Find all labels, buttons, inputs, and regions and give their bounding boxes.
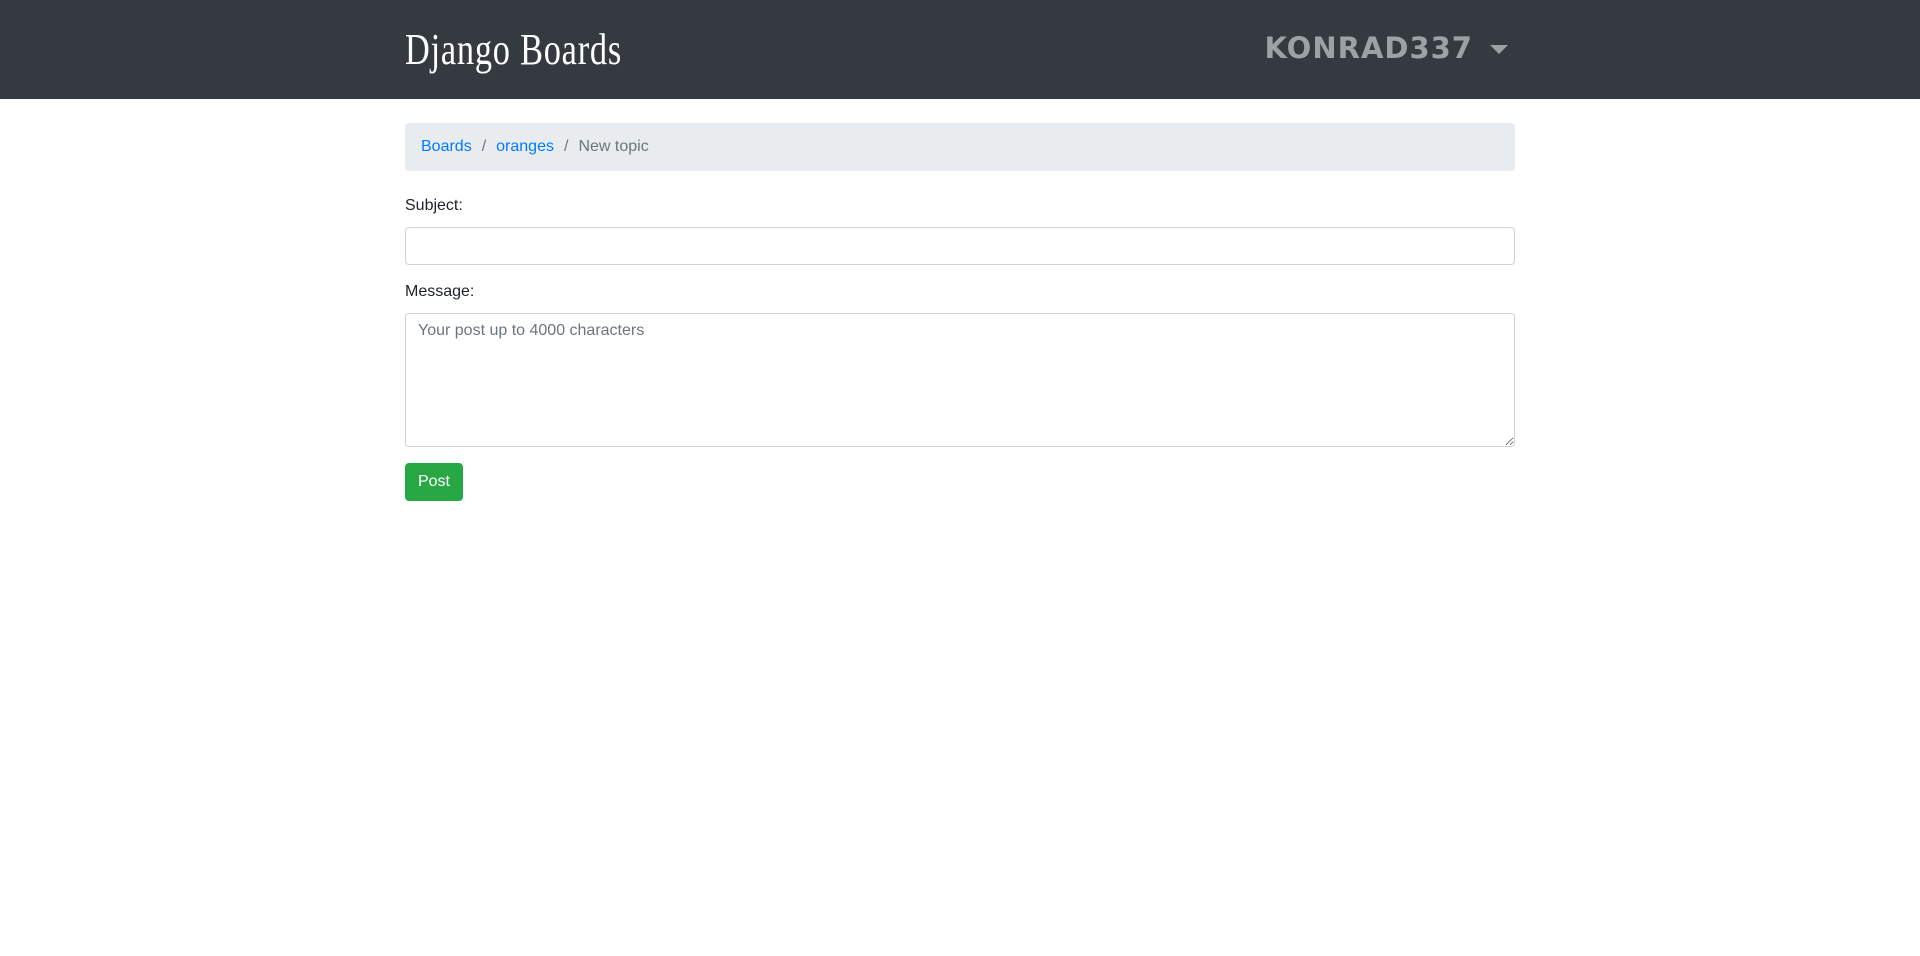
brand-logo[interactable]: Django Boards <box>405 22 622 78</box>
user-menu-dropdown[interactable]: KONRAD337 <box>1265 26 1508 70</box>
breadcrumb-current: New topic <box>578 138 649 155</box>
subject-input[interactable] <box>405 227 1515 265</box>
username-label[interactable]: KONRAD337 <box>1265 31 1473 65</box>
message-textarea[interactable] <box>405 313 1515 447</box>
caret-down-icon[interactable] <box>1490 44 1508 54</box>
breadcrumb: Boards / oranges / New topic <box>405 123 1515 171</box>
post-button[interactable]: Post <box>405 463 463 501</box>
breadcrumb-separator: / <box>563 138 569 155</box>
top-navbar: Django Boards KONRAD337 <box>0 0 1920 99</box>
breadcrumb-link-boards[interactable]: Boards <box>421 138 472 156</box>
breadcrumb-separator: / <box>481 138 487 155</box>
breadcrumb-link-board[interactable]: oranges <box>496 138 554 156</box>
message-label: Message: <box>405 283 475 300</box>
subject-label: Subject: <box>405 197 463 214</box>
